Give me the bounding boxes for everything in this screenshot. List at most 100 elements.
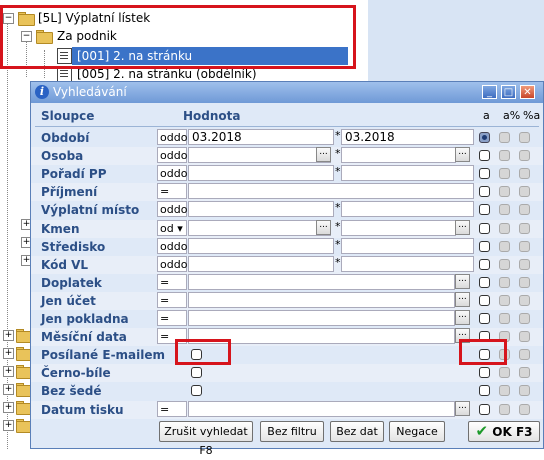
operator-select[interactable]: oddo [157, 201, 187, 217]
browse-button[interactable]: ... [455, 292, 470, 307]
match-a-pct-checkbox[interactable] [499, 259, 510, 270]
match-a-checkbox[interactable] [479, 277, 490, 288]
match-a-checkbox[interactable] [479, 259, 490, 270]
value-to-input[interactable] [341, 220, 456, 236]
expand-icon[interactable]: + [3, 420, 14, 431]
match-a-pct-checkbox[interactable] [499, 241, 510, 252]
operator-select[interactable]: = [157, 292, 187, 308]
match-pct-a-checkbox[interactable] [519, 150, 530, 161]
value-to-input[interactable]: 03.2018 [341, 129, 474, 145]
match-a-pct-checkbox[interactable] [499, 313, 510, 324]
expand-icon[interactable]: + [3, 366, 14, 377]
browse-button[interactable]: ... [455, 310, 470, 325]
value-from-input[interactable] [188, 201, 334, 217]
match-a-checkbox[interactable] [479, 186, 490, 197]
match-pct-a-checkbox[interactable] [519, 168, 530, 179]
value-from-input[interactable] [188, 401, 455, 417]
browse-button[interactable]: ... [316, 147, 331, 162]
match-pct-a-checkbox[interactable] [519, 204, 530, 215]
match-a-pct-checkbox[interactable] [499, 132, 510, 143]
match-a-pct-checkbox[interactable] [499, 223, 510, 234]
operator-select[interactable]: = [157, 310, 187, 326]
match-a-checkbox[interactable] [479, 241, 490, 252]
no-data-button[interactable]: Bez dat [330, 421, 384, 442]
operator-select[interactable]: oddo [157, 165, 187, 181]
match-a-checkbox[interactable] [479, 404, 490, 415]
expand-icon[interactable]: + [3, 348, 14, 359]
browse-button[interactable]: ... [455, 274, 470, 289]
browse-button[interactable]: ... [455, 220, 470, 235]
match-pct-a-checkbox[interactable] [519, 132, 530, 143]
value-from-input[interactable] [188, 274, 455, 290]
value-from-input[interactable] [188, 183, 474, 199]
match-a-pct-checkbox[interactable] [499, 277, 510, 288]
match-pct-a-checkbox[interactable] [519, 259, 530, 270]
match-a-pct-checkbox[interactable] [499, 150, 510, 161]
match-a-pct-checkbox[interactable] [499, 204, 510, 215]
match-pct-a-checkbox[interactable] [519, 186, 530, 197]
match-a-pct-checkbox[interactable] [499, 385, 510, 396]
negate-button[interactable]: Negace [389, 421, 445, 442]
match-pct-a-checkbox[interactable] [519, 241, 530, 252]
maximize-button[interactable]: □ [501, 85, 516, 99]
close-button[interactable]: ✕ [520, 85, 535, 99]
value-checkbox[interactable] [191, 385, 202, 396]
match-a-checkbox[interactable] [479, 204, 490, 215]
value-to-input[interactable] [341, 256, 474, 272]
match-pct-a-checkbox[interactable] [519, 385, 530, 396]
operator-select[interactable]: oddo [157, 238, 187, 254]
browse-button[interactable]: ... [455, 147, 470, 162]
value-checkbox[interactable] [191, 367, 202, 378]
minimize-button[interactable]: _ [482, 85, 497, 99]
browse-button[interactable]: ... [316, 220, 331, 235]
match-pct-a-checkbox[interactable] [519, 349, 530, 360]
match-a-pct-checkbox[interactable] [499, 367, 510, 378]
expand-icon[interactable]: + [3, 330, 14, 341]
match-pct-a-checkbox[interactable] [519, 404, 530, 415]
no-filter-button[interactable]: Bez filtru [260, 421, 324, 442]
match-a-checkbox[interactable] [479, 295, 490, 306]
operator-select[interactable]: = [157, 183, 187, 199]
match-a-checkbox[interactable] [479, 132, 490, 143]
match-a-pct-checkbox[interactable] [499, 168, 510, 179]
value-from-input[interactable] [188, 292, 455, 308]
match-pct-a-checkbox[interactable] [519, 331, 530, 342]
value-to-input[interactable] [341, 238, 474, 254]
match-pct-a-checkbox[interactable] [519, 295, 530, 306]
operator-select[interactable]: od ▾ [157, 220, 187, 236]
cancel-search-button[interactable]: Zrušit vyhledat F8 [159, 421, 253, 457]
match-pct-a-checkbox[interactable] [519, 223, 530, 234]
value-from-input[interactable] [188, 220, 331, 236]
match-pct-a-checkbox[interactable] [519, 277, 530, 288]
match-a-pct-checkbox[interactable] [499, 404, 510, 415]
match-a-pct-checkbox[interactable] [499, 186, 510, 197]
match-a-checkbox[interactable] [479, 367, 490, 378]
value-to-input[interactable] [341, 165, 474, 181]
value-from-input[interactable] [188, 165, 334, 181]
value-from-input[interactable] [188, 310, 455, 326]
value-from-input[interactable]: 03.2018 [188, 129, 334, 145]
operator-select[interactable]: oddo [157, 256, 187, 272]
value-from-input[interactable] [188, 238, 334, 254]
match-pct-a-checkbox[interactable] [519, 313, 530, 324]
match-a-checkbox[interactable] [479, 385, 490, 396]
value-from-input[interactable] [188, 256, 334, 272]
value-from-input[interactable] [188, 147, 331, 163]
expand-icon[interactable]: + [3, 384, 14, 395]
browse-button[interactable]: ... [455, 401, 470, 416]
operator-select[interactable]: = [157, 274, 187, 290]
ok-button[interactable]: ✔ OK F3 [468, 421, 540, 442]
expand-icon[interactable]: + [3, 402, 14, 413]
value-to-input[interactable] [341, 201, 474, 217]
operator-select[interactable]: = [157, 401, 187, 417]
dialog-titlebar[interactable]: i Vyhledávání _ □ ✕ [31, 82, 543, 103]
operator-select[interactable]: oddo [157, 129, 187, 145]
operator-select[interactable]: oddo [157, 147, 187, 163]
value-to-input[interactable] [341, 147, 456, 163]
match-a-checkbox[interactable] [479, 150, 490, 161]
match-a-checkbox[interactable] [479, 223, 490, 234]
match-pct-a-checkbox[interactable] [519, 367, 530, 378]
match-a-pct-checkbox[interactable] [499, 295, 510, 306]
match-a-checkbox[interactable] [479, 168, 490, 179]
match-a-checkbox[interactable] [479, 313, 490, 324]
